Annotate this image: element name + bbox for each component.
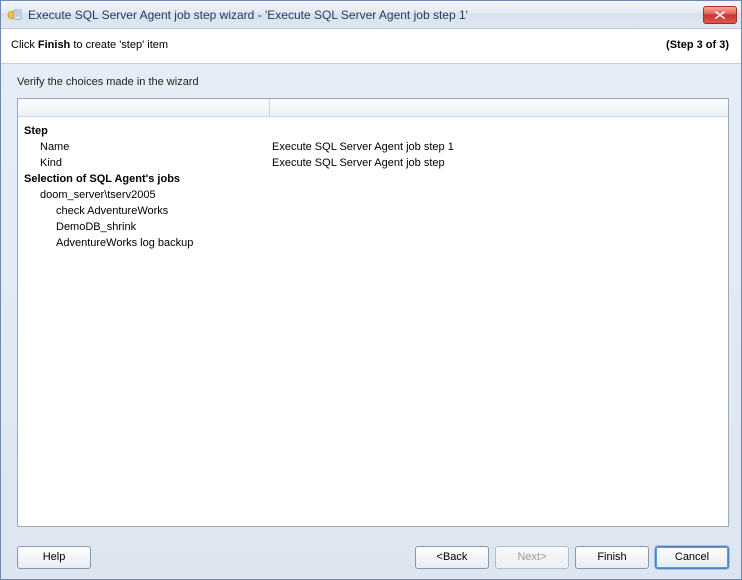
label: Kind [22, 157, 270, 169]
label: Selection of SQL Agent's jobs [22, 173, 270, 185]
instruction-text: Click Finish to create 'step' item [11, 39, 168, 51]
grid-header [18, 99, 728, 117]
finish-button[interactable]: Finish [575, 546, 649, 569]
wizard-window: Execute SQL Server Agent job step wizard… [0, 0, 742, 580]
label: Step [22, 125, 270, 137]
label: check AdventureWorks [22, 205, 270, 217]
instruction-suffix: to create 'step' item [70, 39, 168, 51]
cancel-button[interactable]: Cancel [655, 546, 729, 569]
summary-kind-row: Kind Execute SQL Server Agent job step [22, 155, 724, 171]
titlebar: Execute SQL Server Agent job step wizard… [1, 1, 741, 29]
label: doom_server\tserv2005 [22, 189, 270, 201]
label: AdventureWorks log backup [22, 237, 270, 249]
instruction-bold: Finish [38, 39, 70, 51]
label: DemoDB_shrink [22, 221, 270, 233]
app-icon [7, 7, 23, 23]
help-button[interactable]: Help [17, 546, 91, 569]
summary-step-heading: Step [22, 123, 724, 139]
window-title: Execute SQL Server Agent job step wizard… [28, 8, 703, 22]
grid-header-col-right [270, 99, 728, 116]
summary-panel: Step Name Execute SQL Server Agent job s… [17, 98, 729, 527]
instruction-prefix: Click [11, 39, 38, 51]
subheader-text: Verify the choices made in the wizard [1, 64, 741, 94]
header-strip: Click Finish to create 'step' item (Step… [1, 29, 741, 64]
step-indicator: (Step 3 of 3) [666, 39, 729, 51]
label: Name [22, 141, 270, 153]
summary-job-row: AdventureWorks log backup [22, 235, 724, 251]
summary-job-row: check AdventureWorks [22, 203, 724, 219]
back-button[interactable]: <Back [415, 546, 489, 569]
value: Execute SQL Server Agent job step [270, 157, 724, 169]
value: Execute SQL Server Agent job step 1 [270, 141, 724, 153]
footer: Help <Back Next> Finish Cancel [1, 535, 741, 579]
grid-body: Step Name Execute SQL Server Agent job s… [18, 117, 728, 526]
close-button[interactable] [703, 6, 737, 24]
summary-server-row: doom_server\tserv2005 [22, 187, 724, 203]
summary-name-row: Name Execute SQL Server Agent job step 1 [22, 139, 724, 155]
grid-header-col-left [18, 99, 270, 116]
next-button: Next> [495, 546, 569, 569]
summary-selection-heading: Selection of SQL Agent's jobs [22, 171, 724, 187]
summary-job-row: DemoDB_shrink [22, 219, 724, 235]
